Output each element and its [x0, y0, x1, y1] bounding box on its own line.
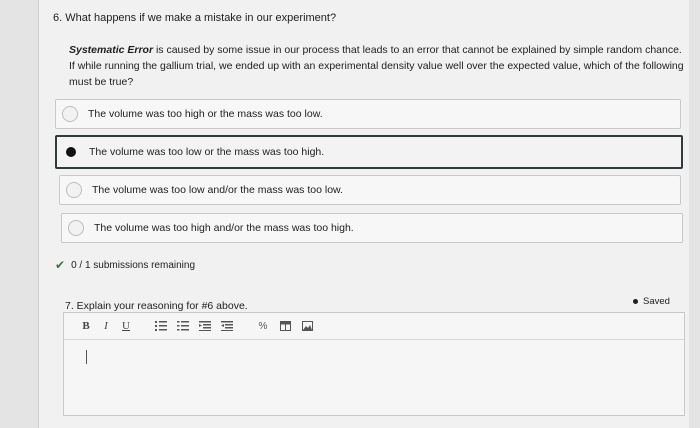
radio-unselected-icon[interactable]	[68, 220, 84, 236]
rich-text-editor[interactable]: B I U %	[63, 312, 685, 416]
editor-toolbar: B I U %	[64, 313, 684, 339]
radio-unselected-icon[interactable]	[62, 106, 78, 122]
option-1[interactable]: The volume was too high or the mass was …	[55, 99, 681, 129]
option-2[interactable]: The volume was too low or the mass was t…	[55, 135, 683, 169]
option-2-label: The volume was too low or the mass was t…	[89, 146, 325, 158]
option-3-label: The volume was too low and/or the mass w…	[92, 184, 343, 196]
saved-label: Saved	[643, 296, 670, 307]
link-icon[interactable]: %	[252, 321, 274, 332]
prompt-text: is caused by some issue in our process t…	[69, 44, 684, 88]
option-4[interactable]: The volume was too high and/or the mass …	[61, 213, 683, 243]
image-icon[interactable]	[296, 321, 318, 331]
option-4-label: The volume was too high and/or the mass …	[94, 222, 354, 234]
question-6-title: 6. What happens if we make a mistake in …	[53, 12, 337, 24]
underline-button[interactable]: U	[116, 320, 136, 332]
radio-selected-icon[interactable]	[63, 144, 79, 160]
question-7-title: 7. Explain your reasoning for #6 above.	[65, 300, 248, 312]
option-1-label: The volume was too high or the mass was …	[88, 108, 323, 120]
option-3[interactable]: The volume was too low and/or the mass w…	[59, 175, 681, 205]
outdent-icon[interactable]	[194, 321, 216, 331]
italic-button[interactable]: I	[96, 320, 116, 332]
bulleted-list-icon[interactable]	[150, 321, 172, 331]
submission-status: ✔ 0 / 1 submissions remaining	[55, 258, 195, 272]
numbered-list-icon[interactable]	[172, 321, 194, 331]
radio-unselected-icon[interactable]	[66, 182, 82, 198]
saved-dot-icon	[633, 299, 638, 304]
question-6-prompt: Systematic Error is caused by some issue…	[69, 42, 689, 90]
checkmark-icon: ✔	[55, 258, 66, 272]
bold-button[interactable]: B	[76, 320, 96, 332]
text-caret	[86, 350, 87, 364]
table-icon[interactable]	[274, 321, 296, 331]
editor-text-area[interactable]	[64, 339, 684, 415]
prompt-term: Systematic Error	[69, 44, 154, 56]
saved-indicator: Saved	[633, 296, 670, 307]
indent-icon[interactable]	[216, 321, 238, 331]
submissions-remaining: 0 / 1 submissions remaining	[71, 259, 196, 271]
question-card: 6. What happens if we make a mistake in …	[38, 0, 689, 428]
